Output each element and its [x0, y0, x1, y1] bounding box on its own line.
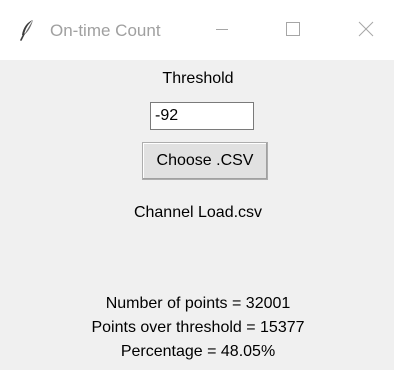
selected-file-label: Channel Load.csv [133, 204, 263, 221]
percentage-label: Percentage = 48.05% [120, 343, 276, 360]
maximize-button[interactable] [273, 14, 313, 48]
title-bar[interactable]: On-time Count [0, 0, 396, 60]
close-icon [358, 21, 374, 42]
minimize-icon [214, 21, 230, 42]
minimize-button[interactable] [202, 14, 242, 48]
points-over-threshold-label: Points over threshold = 15377 [91, 319, 305, 336]
threshold-label: Threshold [162, 70, 234, 87]
maximize-icon [285, 21, 301, 42]
app-window: On-time Count Threshold -92 Choose .CSV … [0, 0, 396, 370]
threshold-input[interactable] [150, 102, 254, 130]
window-title: On-time Count [50, 21, 161, 40]
feather-icon [18, 19, 36, 41]
choose-csv-button[interactable]: Choose .CSV [142, 142, 268, 180]
close-button[interactable] [346, 14, 386, 48]
number-of-points-label: Number of points = 32001 [105, 295, 291, 312]
